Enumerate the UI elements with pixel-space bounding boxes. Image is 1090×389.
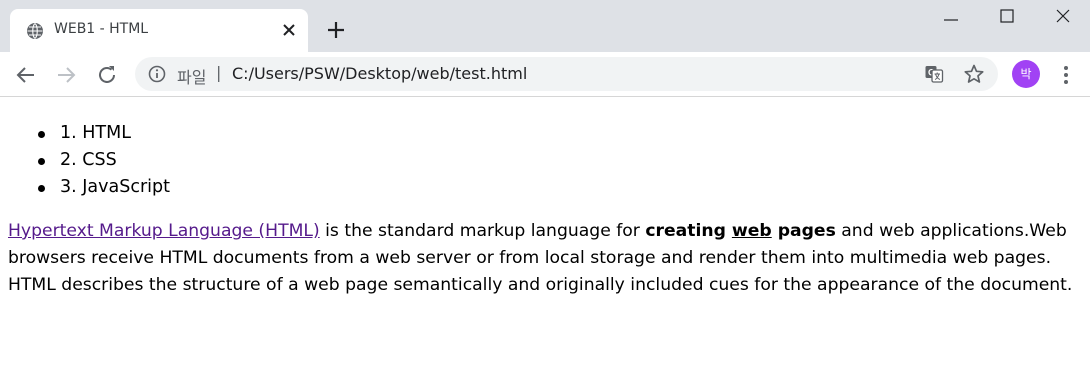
close-icon[interactable] [280,21,298,39]
browser-toolbar: 파일 | C:/Users/PSW/Desktop/web/test.html … [0,52,1090,97]
arrow-right-icon[interactable] [54,63,78,87]
plus-icon[interactable] [325,19,347,41]
minimize-icon[interactable] [939,4,963,28]
list-item: 3. JavaScript [38,174,170,201]
list-item: 1. HTML [38,120,170,147]
underlined-bold-text: web [731,221,772,241]
address-bar[interactable]: 파일 | C:/Users/PSW/Desktop/web/test.html … [135,57,998,91]
scheme-separator: | [216,63,222,82]
star-icon[interactable] [963,63,985,85]
arrow-left-icon[interactable] [14,63,38,87]
paragraph-text: is the standard markup language for [319,221,646,241]
maximize-icon[interactable] [995,4,1019,28]
html-description-paragraph: Hypertext Markup Language (HTML) is the … [8,218,1086,299]
window-close-icon[interactable] [1051,4,1075,28]
translate-icon[interactable]: G [924,64,944,84]
list-item: 2. CSS [38,147,170,174]
bold-text: creating web pages [645,221,835,241]
page-content: 1. HTML 2. CSS 3. JavaScript Hypertext M… [0,97,1090,389]
globe-icon [27,23,43,39]
url-text[interactable]: C:/Users/PSW/Desktop/web/test.html [232,64,527,83]
html-wiki-link[interactable]: Hypertext Markup Language (HTML) [8,221,320,241]
profile-avatar[interactable]: 박 [1012,60,1040,88]
tab-title: WEB1 - HTML [54,21,149,37]
bold-text-part: creating [645,221,732,241]
scheme-label: 파일 [177,68,207,87]
reload-icon[interactable] [95,63,119,87]
bold-text-part: pages [771,221,836,241]
kebab-menu-icon[interactable] [1054,63,1078,87]
info-icon[interactable] [148,65,166,83]
browser-tab-active[interactable]: WEB1 - HTML [10,9,308,52]
browser-titlebar: WEB1 - HTML [0,0,1090,52]
topic-list: 1. HTML 2. CSS 3. JavaScript [38,120,170,201]
